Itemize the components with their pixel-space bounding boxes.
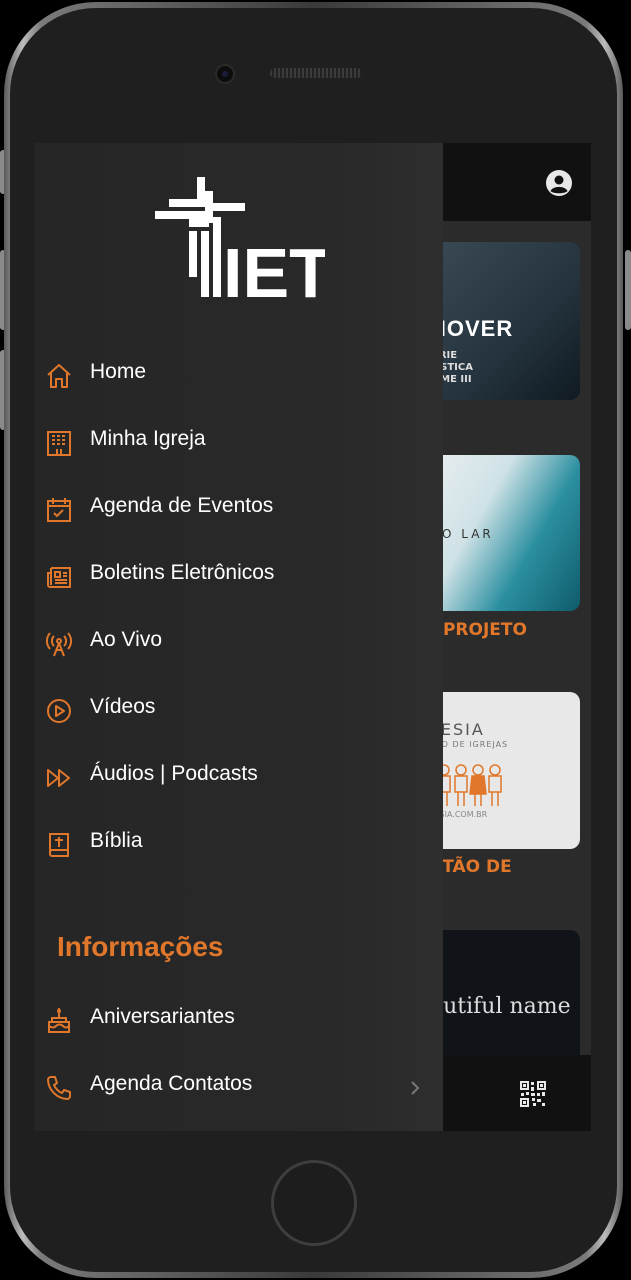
broadcast-icon [46,632,72,657]
logo-text: IETD [223,234,325,301]
menu-item-home[interactable]: Home [35,346,443,406]
menu-item-videos[interactable]: Vídeos [35,681,443,741]
menu-item-audios-podcasts[interactable]: Áudios | Podcasts [35,748,443,808]
menu-item-ao-vivo[interactable]: Ao Vivo [35,614,443,674]
menu-item-label: Bíblia [90,829,143,852]
phone-icon [47,1076,71,1100]
navigation-drawer: IETD Home Minha Igreja Agenda de Eventos… [35,143,443,1131]
app-screen: HOVER ÉRIE ÚSTICA UME III NO LAR - PROJE… [35,143,591,1131]
section-title-informacoes: Informações [57,931,224,962]
menu-item-biblia[interactable]: Bíblia [35,815,443,875]
menu-item-aniversariantes[interactable]: Aniversariantes [35,991,443,1051]
media-card-1[interactable]: HOVER ÉRIE ÚSTICA UME III [430,242,580,400]
menu-item-label: Boletins Eletrônicos [90,561,275,584]
menu-item-label: Áudios | Podcasts [90,762,258,785]
earpiece-speaker [270,68,362,78]
media-card-2[interactable]: NO LAR [430,455,580,611]
cake-icon [48,1007,70,1033]
power-button [625,250,631,330]
user-account-icon[interactable] [545,169,573,197]
menu-item-minha-igreja[interactable]: Minha Igreja [35,413,443,473]
menu-item-label: Home [90,360,147,383]
menu-item-label: Vídeos [90,695,156,718]
menu-item-label: Aniversariantes [90,1005,235,1028]
menu-item-agenda-contatos[interactable]: Agenda Contatos [35,1058,443,1118]
card-image-text: autiful name [430,994,571,1019]
menu-item-label: Agenda de Eventos [90,494,274,517]
menu-item-agenda-eventos[interactable]: Agenda de Eventos [35,480,443,540]
building-icon [47,431,71,456]
fast-forward-icon [47,769,70,787]
home-button[interactable] [271,1160,357,1246]
play-circle-icon [47,699,71,723]
bible-icon [49,833,69,857]
home-icon [47,364,71,388]
qr-code-icon[interactable] [520,1081,546,1107]
menu-item-label: Minha Igreja [90,427,206,450]
chevron-right-icon [411,1081,420,1095]
media-card-3[interactable]: LESIA TÃO DE IGREJAS LESIA.COM.BR [430,692,580,849]
menu-item-label: Agenda Contatos [90,1072,253,1095]
church-logo: IETD [155,177,382,312]
people-illustration [437,764,502,806]
newspaper-icon [47,567,71,588]
phone-mockup: HOVER ÉRIE ÚSTICA UME III NO LAR - PROJE… [0,0,631,1280]
card-caption[interactable]: - PROJETO [430,620,527,640]
menu-item-label: Ao Vivo [90,628,162,651]
front-camera [215,64,235,84]
media-card-4[interactable]: autiful name [430,930,580,1060]
menu-item-boletins[interactable]: Boletins Eletrônicos [35,547,443,607]
calendar-icon [47,498,71,522]
